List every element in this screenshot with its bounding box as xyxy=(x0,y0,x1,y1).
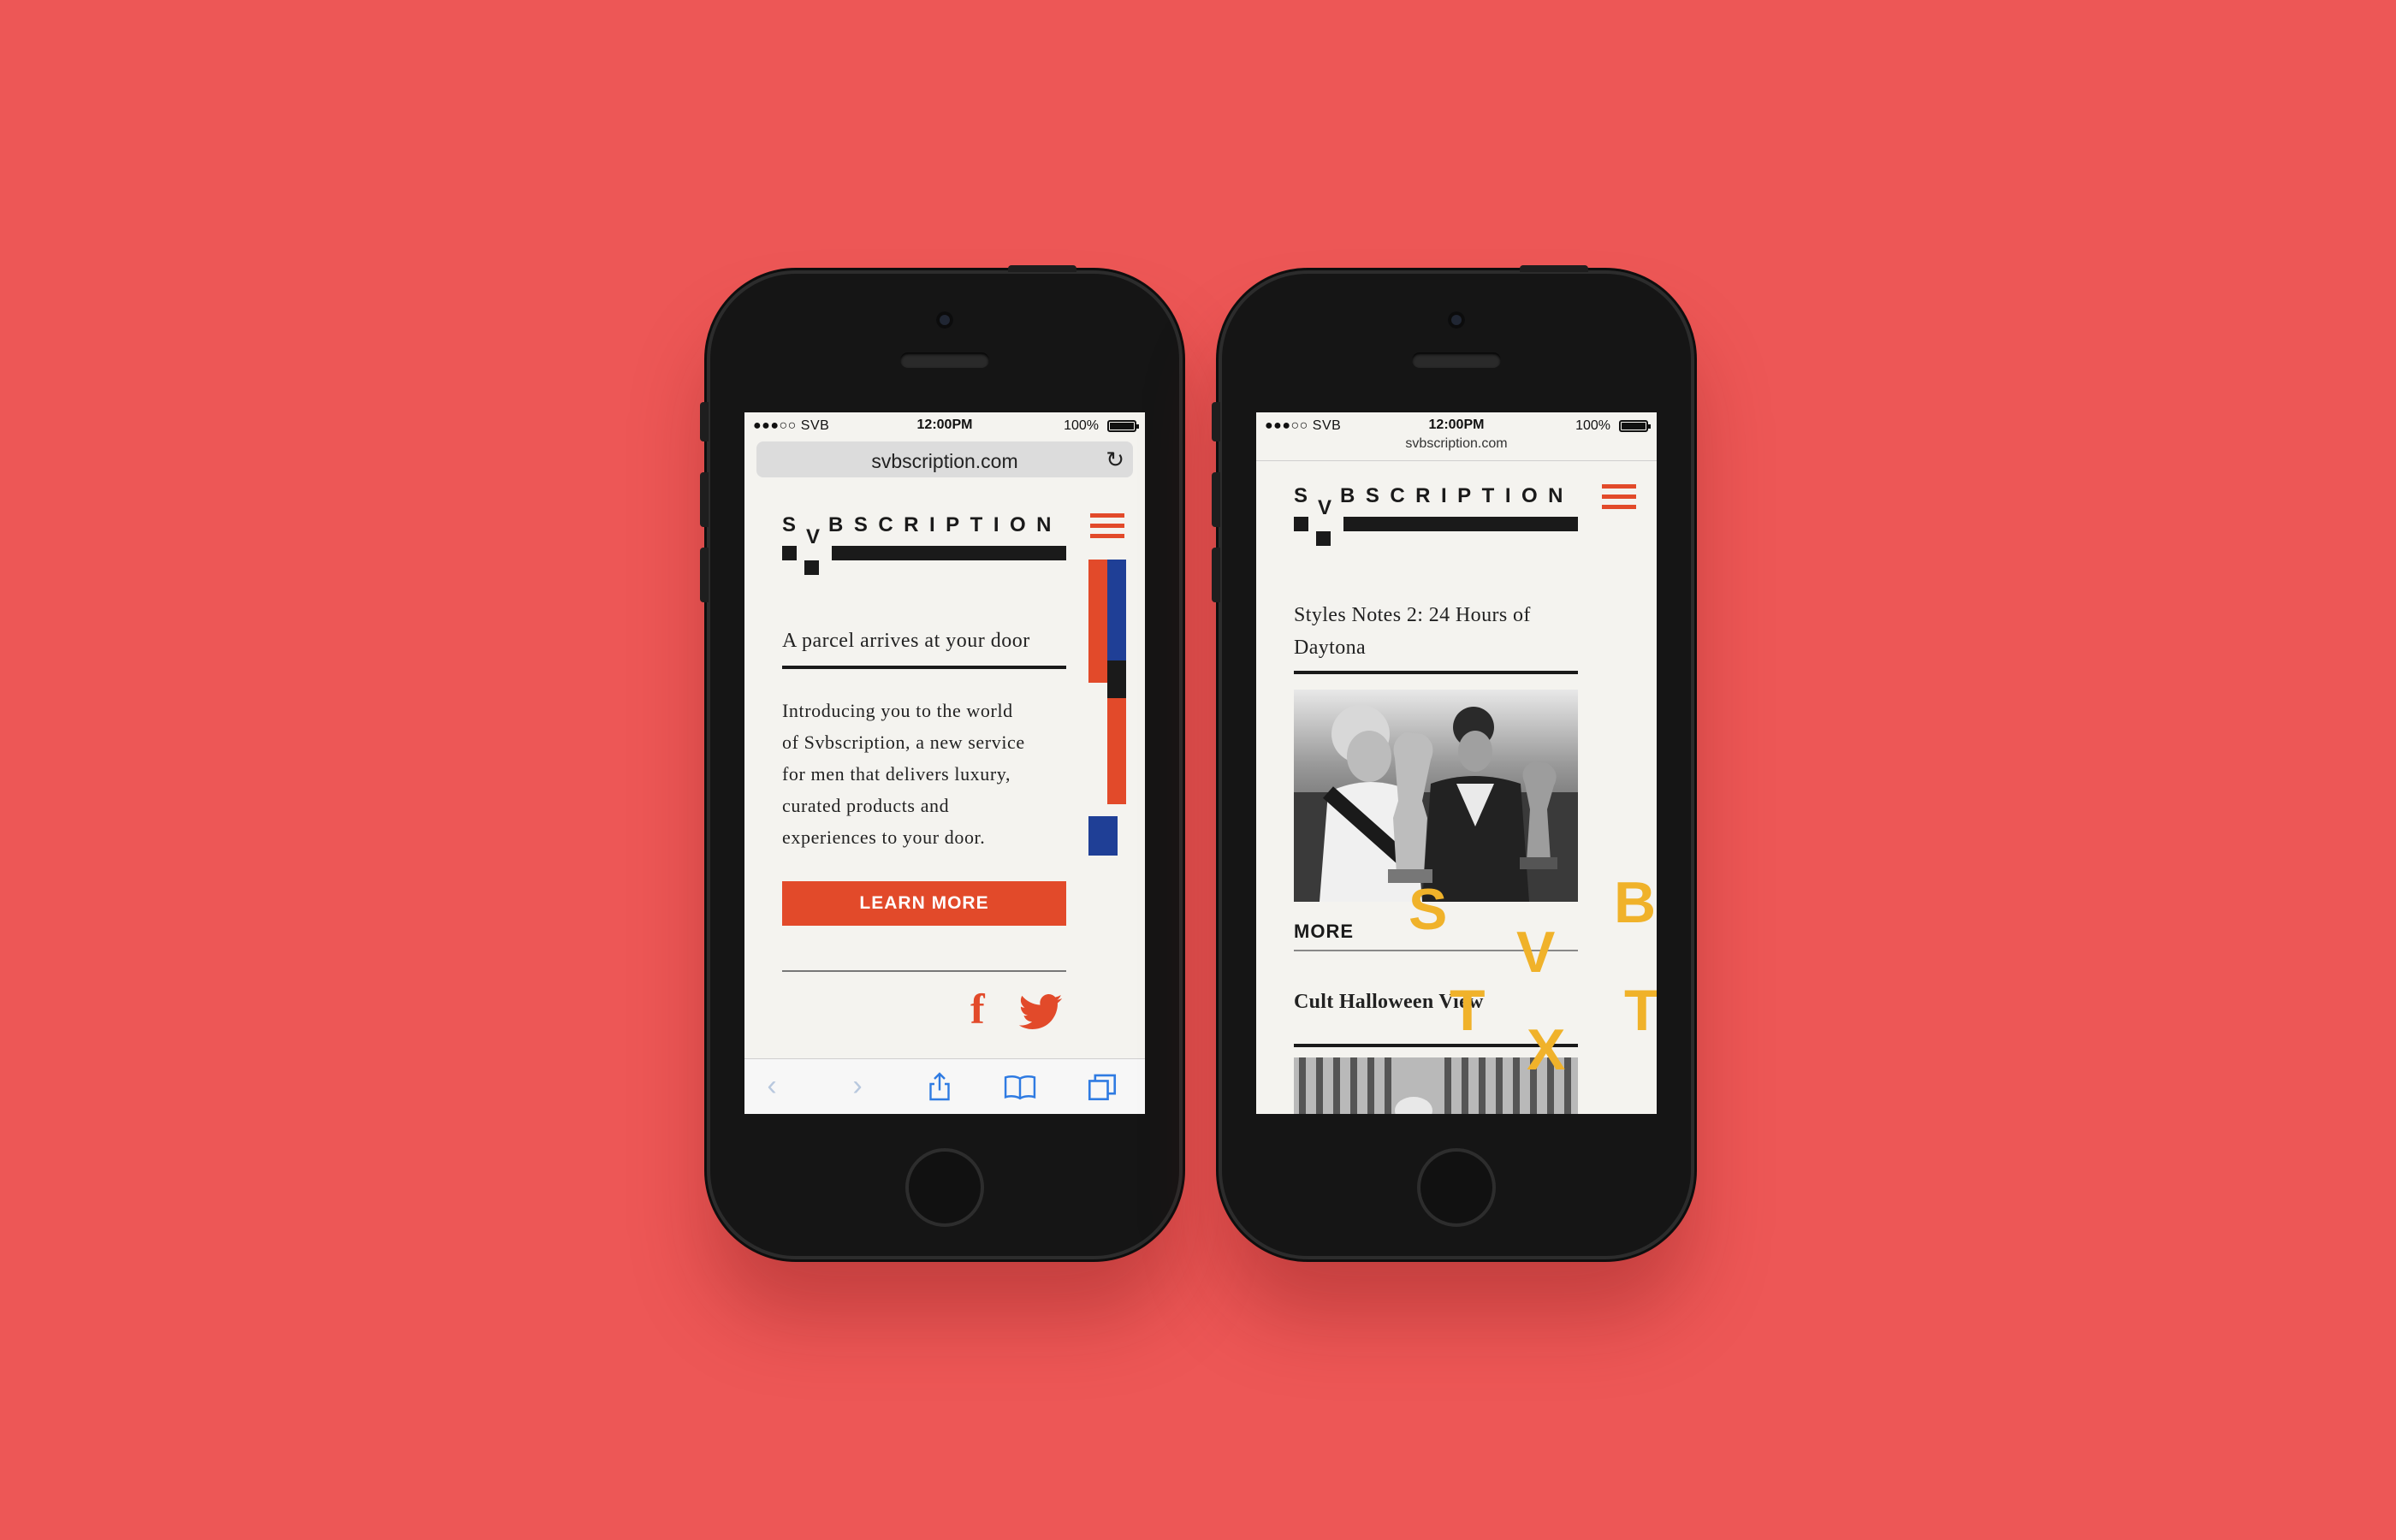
footer-divider xyxy=(782,970,1066,972)
logo-letter-s: S xyxy=(1294,484,1308,507)
intro-line: curated products and xyxy=(782,795,950,816)
logo-square xyxy=(782,546,797,560)
logo-bar xyxy=(1343,517,1578,531)
logo-letter-s: S xyxy=(782,513,797,536)
volume-down-button xyxy=(1212,548,1220,602)
site-logo[interactable]: S V BSCRIPTION xyxy=(1294,484,1581,546)
intro-line: Introducing you to the world xyxy=(782,700,1013,721)
screen-left: ●●●○○ SVB 12:00PM 100% svbscription.com … xyxy=(744,412,1145,1114)
decorative-letter-v: V xyxy=(1516,920,1556,985)
decorative-letter-t: T xyxy=(1450,978,1486,1043)
color-block-blue xyxy=(1088,816,1118,856)
logo-wordmark: BSCRIPTION xyxy=(828,513,1063,536)
tabs-icon[interactable] xyxy=(1085,1071,1119,1102)
header-divider xyxy=(1256,460,1657,461)
color-block-orange xyxy=(1107,698,1126,804)
intro-line: of Svbscription, a new service xyxy=(782,732,1025,753)
learn-more-button[interactable]: LEARN MORE xyxy=(782,881,1066,926)
intro-paragraph: Introducing you to the world of Svbscrip… xyxy=(782,695,1025,853)
logo-bar xyxy=(832,546,1066,560)
phone-left: ●●●○○ SVB 12:00PM 100% svbscription.com … xyxy=(700,265,1179,1256)
more-link[interactable]: MORE xyxy=(1294,921,1354,943)
forward-icon[interactable]: › xyxy=(840,1071,875,1102)
back-icon[interactable]: ‹ xyxy=(755,1071,789,1102)
site-logo[interactable]: S V BSCRIPTION xyxy=(782,513,1070,575)
volume-up-button xyxy=(1212,472,1220,527)
volume-down-button xyxy=(700,548,709,602)
earpiece-speaker xyxy=(900,352,989,368)
hamburger-menu-icon[interactable] xyxy=(1090,513,1124,539)
decorative-letter-b: B xyxy=(1614,870,1657,935)
home-button[interactable] xyxy=(905,1148,984,1227)
decorative-letter-x: X xyxy=(1527,1017,1566,1082)
intro-line: for men that delivers luxury, xyxy=(782,763,1011,785)
bookmarks-icon[interactable] xyxy=(1003,1071,1037,1102)
tagline-heading: A parcel arrives at your door xyxy=(782,630,1030,652)
logo-square xyxy=(1316,531,1331,546)
front-camera xyxy=(1448,311,1465,329)
color-block-blue xyxy=(1107,560,1126,660)
mute-switch xyxy=(700,402,709,441)
address-bar-compact[interactable]: svbscription.com xyxy=(1256,436,1657,452)
battery-icon xyxy=(1619,420,1651,432)
logo-letter-v: V xyxy=(806,525,821,548)
color-block-orange xyxy=(1088,560,1107,683)
earpiece-speaker xyxy=(1412,352,1501,368)
logo-square xyxy=(1294,517,1308,531)
reload-icon[interactable]: ↻ xyxy=(1106,447,1124,473)
heading-divider xyxy=(782,666,1066,669)
phone-right: ●●●○○ SVB 12:00PM 100% svbscription.com … xyxy=(1212,265,1691,1256)
battery-percent: 100% xyxy=(1575,418,1610,433)
intro-line: experiences to your door. xyxy=(782,826,986,848)
battery-icon xyxy=(1107,420,1139,432)
article-title-1[interactable]: Styles Notes 2: 24 Hours of Daytona xyxy=(1294,599,1531,664)
screen-right: ●●●○○ SVB 12:00PM 100% svbscription.com … xyxy=(1256,412,1657,1114)
address-bar[interactable]: svbscription.com ↻ xyxy=(756,441,1133,477)
front-camera xyxy=(936,311,953,329)
article-photo-daytona[interactable] xyxy=(1294,690,1578,902)
power-button xyxy=(1520,265,1588,272)
logo-square xyxy=(804,560,819,575)
decorative-letter-s: S xyxy=(1409,877,1448,942)
power-button xyxy=(1008,265,1076,272)
color-block-black xyxy=(1107,660,1126,698)
mute-switch xyxy=(1212,402,1220,441)
volume-up-button xyxy=(700,472,709,527)
logo-wordmark: BSCRIPTION xyxy=(1340,484,1575,507)
url-text: svbscription.com xyxy=(871,450,1018,472)
hamburger-menu-icon[interactable] xyxy=(1602,484,1636,510)
article-title-line: Daytona xyxy=(1294,637,1367,659)
home-button[interactable] xyxy=(1417,1148,1496,1227)
twitter-icon[interactable] xyxy=(1018,994,1063,1030)
status-bar: ●●●○○ SVB 12:00PM 100% xyxy=(744,412,1145,440)
facebook-icon[interactable]: f xyxy=(970,984,985,1034)
browser-toolbar: ‹ › xyxy=(744,1058,1145,1114)
share-icon[interactable] xyxy=(922,1071,957,1102)
battery-percent: 100% xyxy=(1064,418,1099,433)
logo-letter-v: V xyxy=(1318,496,1332,519)
decorative-letter-t: T xyxy=(1624,978,1657,1043)
article-divider xyxy=(1294,671,1578,674)
article-title-line: Styles Notes 2: 24 Hours of xyxy=(1294,604,1531,626)
